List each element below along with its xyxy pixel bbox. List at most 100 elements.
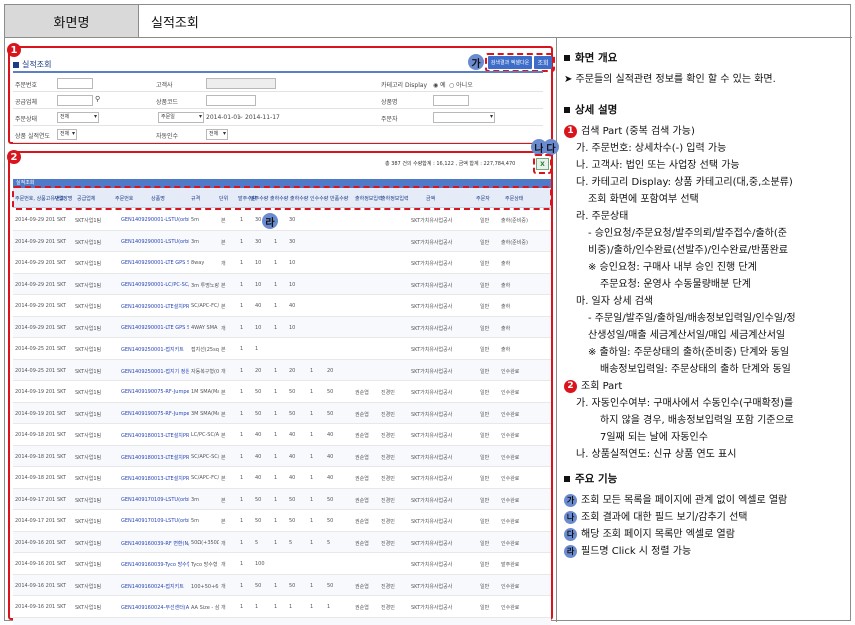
cell-code[interactable]: GEN1409250001-접지기 정원판 bbox=[121, 368, 189, 375]
square-bullet-icon bbox=[564, 54, 570, 61]
category-yes-radio[interactable]: ◉ 예 bbox=[433, 80, 446, 89]
table-row[interactable]: 2014-09-18 2014-09-23SKT SKT사업1팀 GEN140918… bbox=[13, 467, 551, 489]
date-sep: ~ bbox=[238, 114, 244, 121]
cell-code[interactable]: GEN1409290001-LSTU(orbit)DLC L bbox=[121, 239, 189, 245]
table-row[interactable]: 2014-09-18 2014-09-23SKT SKT사업1팀 GEN140918… bbox=[13, 445, 551, 467]
date-from-input[interactable]: 2014-01-01 bbox=[206, 114, 241, 121]
product-year-select[interactable]: 전체 bbox=[57, 129, 77, 140]
table-row[interactable]: 2014-09-19 2014-09-22SKT SKT사업1팀 GEN140919… bbox=[13, 381, 551, 403]
table-row[interactable]: 2014-09-29 2014-10-04SKT SKT사업1팀 GEN140929… bbox=[13, 295, 551, 317]
cell-d2: 진경민 bbox=[381, 519, 395, 525]
table-row[interactable]: 2014-09-16 2014-09-19SKT SKT사업1팀 GEN140916… bbox=[13, 553, 551, 575]
cell-q3: 1 bbox=[274, 260, 278, 266]
cell-code[interactable]: GEN1409170109-LSTU(orbit)DLC L bbox=[121, 518, 189, 524]
square-bullet-icon bbox=[564, 475, 570, 482]
cell-q5: 1 bbox=[310, 453, 314, 460]
order-status-select[interactable]: 전체 bbox=[57, 112, 99, 123]
table-row[interactable]: 2014-09-18 2014-09-23SKT SKT사업1팀 GEN140918… bbox=[13, 424, 551, 446]
excel-download-button[interactable]: 검색결과 엑셀다운 bbox=[488, 56, 532, 69]
feature-text: 해당 조회 페이지 목록만 엑셀로 열람 bbox=[581, 529, 735, 540]
order-no-input[interactable] bbox=[57, 78, 93, 89]
cell-date: 2014-09-18 2014-09-23 bbox=[15, 475, 55, 481]
product-code-input[interactable] bbox=[206, 95, 256, 106]
cell-user: 일반 bbox=[480, 368, 490, 375]
cell-site: SKT bbox=[57, 281, 67, 288]
product-code-label: 상품코드 bbox=[156, 99, 179, 106]
feature-text: 조회 모든 목록을 페이지에 관계 없이 엑셀로 열람 bbox=[581, 495, 788, 506]
table-row[interactable]: 2014-09-16 2014-09-18SKT SKT사업1팀 GEN140916… bbox=[13, 574, 551, 596]
date-to-input[interactable]: 2014-11-17 bbox=[245, 114, 280, 121]
cell-unit: 본 bbox=[221, 497, 226, 504]
cell-code[interactable]: GEN1409160039-Tyco 방수형 Kit bbox=[121, 561, 189, 568]
cell-amt: SKT가치유사업공사 bbox=[411, 390, 453, 396]
table-row[interactable]: 2014-09-25 2014-09-25SKT SKT사업1팀 GEN140925… bbox=[13, 359, 551, 381]
cell-q6: 40 bbox=[327, 475, 334, 481]
cell-code[interactable]: GEN1409290001-LTE GPS SPLITTER bbox=[121, 325, 189, 331]
cell-code[interactable]: GEN1409190075-RF-Jumper bbox=[121, 389, 189, 395]
table-row[interactable]: 2014-09-29 2014-10-04SKT SKT사업1팀 GEN140929… bbox=[13, 230, 551, 252]
search-row-2: 공급업체 ⚲ 상품코드 상품명 bbox=[13, 92, 543, 109]
cell-code[interactable]: GEN1409290001-LTE GPS Splitter bbox=[121, 260, 189, 266]
cell-code[interactable]: GEN1409160024-무선센터(AA 배터 bbox=[121, 604, 189, 611]
detail-text: 7일째 되는 날에 자동인수 bbox=[600, 432, 708, 443]
cell-amt: SKT가치유사업공사 bbox=[411, 562, 453, 568]
cell-user: 일반 bbox=[480, 540, 490, 547]
cell-code[interactable]: GEN1409180013-LTE설치PR수료 bbox=[121, 475, 189, 482]
table-row[interactable]: 2014-09-29 2014-10-04SKT SKT사업1팀 GEN140929… bbox=[13, 209, 551, 231]
cell-code[interactable]: GEN1409180013-LTE설치PR수료 bbox=[121, 432, 189, 439]
cell-site: SKT bbox=[57, 432, 67, 438]
cell-q2: 5 bbox=[255, 539, 259, 546]
cell-st: 인수완료 bbox=[501, 433, 520, 439]
cell-code[interactable]: GEN1409190075-RF-Jumper bbox=[121, 411, 189, 417]
panel-divider bbox=[13, 71, 543, 73]
date-type-select[interactable]: 주문일 bbox=[158, 112, 204, 123]
cell-code[interactable]: GEN1409160024-접지키트 bbox=[121, 583, 184, 590]
detail-text: 라. 주문상태 bbox=[576, 211, 629, 222]
cell-q2: 100 bbox=[255, 561, 265, 567]
cell-q1: 1 bbox=[240, 410, 244, 417]
cell-q3: 1 bbox=[274, 367, 278, 374]
cell-name: 1M SMA(Male)-SMA bbox=[191, 389, 219, 395]
cell-user: 일반 bbox=[480, 476, 490, 482]
feature-badge: 라 bbox=[564, 544, 577, 558]
supplier-input[interactable] bbox=[57, 95, 93, 106]
cell-q3: 1 bbox=[274, 453, 278, 460]
cell-code[interactable]: GEN1409160039-RF 변환(N/TTS)M bbox=[121, 540, 189, 547]
cell-d1: 권순엽 bbox=[355, 497, 369, 504]
supplier-search-icon[interactable]: ⚲ bbox=[95, 95, 100, 103]
cell-unit: 본 bbox=[221, 347, 226, 353]
cell-q6: 20 bbox=[327, 367, 334, 374]
cell-q6: 5 bbox=[327, 539, 331, 546]
search-button[interactable]: 조회 bbox=[534, 56, 552, 69]
product-name-input[interactable] bbox=[433, 95, 469, 106]
table-row[interactable]: 2014-09-29 2014-10-04SKT SKT사업1팀 GEN140929… bbox=[13, 316, 551, 338]
cell-code[interactable]: GEN1409290001-LC/PC-SC/APC bbox=[121, 282, 189, 288]
category-no-radio[interactable]: ○ 아니오 bbox=[449, 80, 473, 89]
product-year-label: 상품 실적연도 bbox=[15, 133, 51, 140]
cell-d1: 권순엽 bbox=[355, 583, 369, 590]
table-row[interactable]: 2014-09-29 2014-10-04SKT SKT사업1팀 GEN140929… bbox=[13, 273, 551, 295]
cell-sup: SKT사업1팀 bbox=[75, 239, 102, 246]
table-row[interactable]: 2014-09-19 2014-09-22SKT SKT사업1팀 GEN140919… bbox=[13, 402, 551, 424]
table-row[interactable]: 2014-09-25 2014-09-25SKT SKT사업1팀 GEN140925… bbox=[13, 338, 551, 360]
cell-code[interactable]: GEN1409250001-접지키트 bbox=[121, 346, 184, 353]
search-row-4: 상품 실적연도 전체 자동인수 전체 bbox=[13, 126, 543, 143]
table-row[interactable]: 2014-09-16 2014-09-18SKT SKT사업1팀 GEN140916… bbox=[13, 596, 551, 618]
table-row[interactable]: 2014-09-17 2014-09-22SKT SKT사업1팀 GEN140917… bbox=[13, 488, 551, 510]
table-row[interactable]: 2014-09-16 2014-09-22SKT SKT사업1팀 GEN140916… bbox=[13, 531, 551, 553]
cell-code[interactable]: GEN1409290001-LTE설치PR수료 bbox=[121, 303, 189, 310]
cell-q3: 1 bbox=[274, 604, 278, 610]
cell-code[interactable]: GEN1409290001-LSTU(orbit)DLC L bbox=[121, 217, 189, 223]
cell-code[interactable]: GEN1409180013-LTE설치PR수료 bbox=[121, 454, 189, 461]
detail-line: 비중)/출하/인수완료(선발주)/인수완료/반품완료 bbox=[564, 242, 846, 259]
cell-site: SKT bbox=[57, 303, 67, 309]
customer-input[interactable] bbox=[206, 78, 276, 89]
table-row[interactable]: 2014-09-16 2014-09-17SKTSKT사업1팀GEN140916… bbox=[13, 617, 551, 625]
table-row[interactable]: 2014-09-29 2014-10-04SKT SKT사업1팀 GEN140929… bbox=[13, 252, 551, 274]
cell-code[interactable]: GEN1409170109-LSTU(orbit)DLC L bbox=[121, 497, 189, 503]
excel-export-icon[interactable]: X bbox=[536, 158, 549, 170]
orderer-select[interactable] bbox=[433, 112, 495, 123]
auto-receipt-select[interactable]: 전체 bbox=[206, 129, 228, 140]
cell-q1: 1 bbox=[240, 324, 244, 331]
table-row[interactable]: 2014-09-17 2014-09-22SKT SKT사업1팀 GEN140917… bbox=[13, 510, 551, 532]
